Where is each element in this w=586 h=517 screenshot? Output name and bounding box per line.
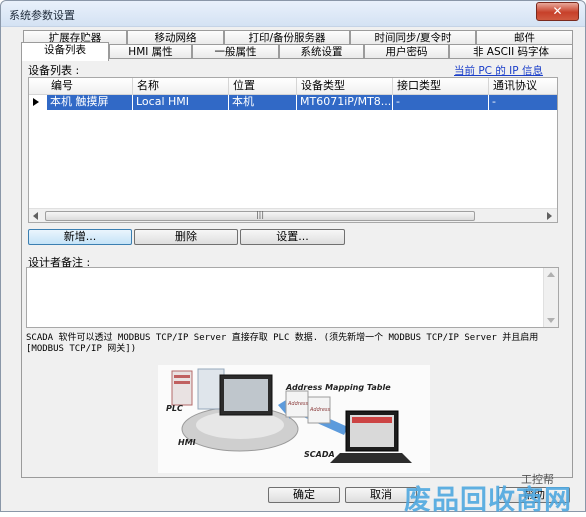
diagram-graphic: Address Address Address Mapping Table PL… (166, 368, 412, 463)
title-bar: 系统参数设置 ✕ (1, 1, 585, 27)
diagram-address-label: Address (287, 401, 309, 407)
laptop-base-icon (330, 453, 412, 463)
system-params-window: 系统参数设置 ✕ 扩展存贮器 移动网络 打印/备份服务器 时间同步/夏令时 邮件… (0, 0, 586, 516)
column-header-id[interactable]: 编号 (47, 78, 133, 95)
column-header-protocol[interactable]: 通讯协议 (489, 78, 557, 95)
ok-button[interactable]: 确定 (268, 487, 340, 503)
scada-description: SCADA 软件可以透过 MODBUS TCP/IP Server 直接存取 P… (26, 333, 539, 354)
modbus-diagram: Address Address Address Mapping Table PL… (158, 365, 430, 473)
diagram-title: Address Mapping Table (285, 383, 391, 392)
scroll-right-icon[interactable] (547, 212, 552, 220)
plc-label: PLC (166, 404, 183, 413)
table-row[interactable]: 本机 触摸屏 Local HMI 本机 MT6071iP/MT8... - - (29, 95, 557, 110)
row-pointer-icon (33, 98, 39, 106)
cell-id: 本机 触摸屏 (47, 95, 133, 110)
column-header-name[interactable]: 名称 (133, 78, 229, 95)
list-header: 编号 名称 位置 设备类型 接口类型 通讯协议 (29, 78, 557, 95)
add-button[interactable]: 新增... (28, 229, 132, 245)
window-title: 系统参数设置 (9, 9, 75, 22)
device-list-label: 设备列表 : (28, 64, 80, 77)
column-header-device-type[interactable]: 设备类型 (297, 78, 393, 95)
diagram-address-label-2: Address (309, 407, 331, 413)
cell-protocol: - (489, 95, 557, 110)
cell-location: 本机 (229, 95, 297, 110)
column-header-interface-type[interactable]: 接口类型 (393, 78, 489, 95)
column-header-location[interactable]: 位置 (229, 78, 297, 95)
settings-button[interactable]: 设置... (240, 229, 345, 245)
hmi-label: HMI (178, 438, 196, 447)
cell-name: Local HMI (133, 95, 229, 110)
close-button[interactable]: ✕ (536, 2, 579, 21)
pc-ip-info-link[interactable]: 当前 PC 的 IP 信息 (454, 63, 543, 78)
scroll-down-icon[interactable] (547, 318, 555, 323)
scroll-up-icon[interactable] (547, 272, 555, 277)
scroll-left-icon[interactable] (33, 212, 38, 220)
delete-button[interactable]: 删除 (134, 229, 238, 245)
vertical-scrollbar[interactable] (543, 268, 558, 327)
cell-device-type: MT6071iP/MT8... (297, 95, 393, 110)
watermark: 废品回收商网 (404, 485, 572, 516)
cell-interface-type: - (393, 95, 489, 110)
horizontal-scrollbar[interactable]: ||| (29, 208, 557, 222)
scroll-thumb[interactable]: ||| (45, 211, 475, 221)
device-list-view[interactable]: 编号 名称 位置 设备类型 接口类型 通讯协议 本机 触摸屏 Local HMI… (28, 77, 558, 223)
designer-notes-field[interactable] (26, 267, 559, 328)
scada-label: SCADA (304, 450, 335, 459)
tab-device-list[interactable]: 设备列表 (21, 42, 109, 61)
